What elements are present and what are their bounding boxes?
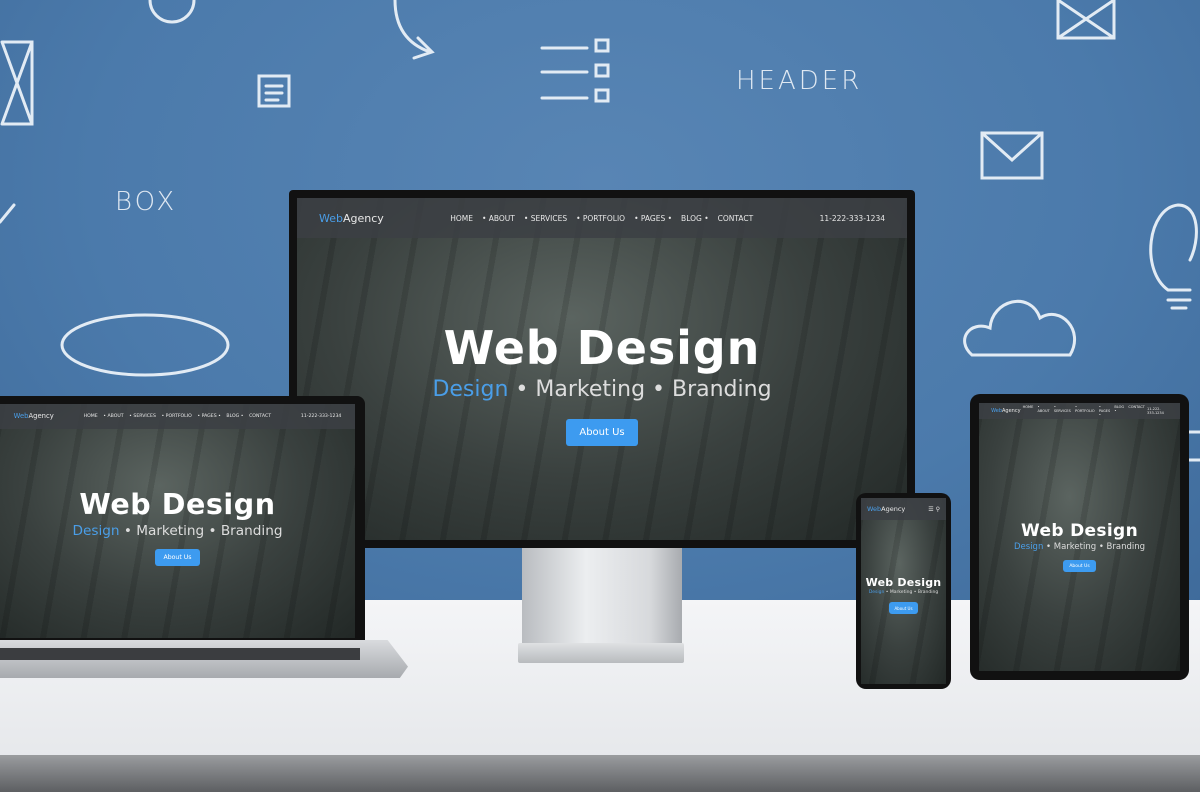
image-placeholder-doodle [0, 40, 34, 126]
site-navbar: WebAgency HOME • ABOUT • SERVICES • PORTFOLI… [979, 403, 1180, 419]
nav-item[interactable]: • SERVICES [1054, 405, 1071, 417]
hero-section: Web Design Design • Marketing • Branding… [861, 576, 946, 614]
lightbulb-doodle [1149, 203, 1198, 310]
hero-title: Web Design [79, 488, 276, 522]
tablet-screen: WebAgency HOME • ABOUT • SERVICES • PORTFOLI… [979, 403, 1180, 671]
desk-edge [0, 755, 1200, 792]
monitor-stand [522, 548, 682, 648]
site-logo[interactable]: WebAgency [319, 212, 384, 225]
desktop-screen: WebAgency HOME • ABOUT • SERVICES • PORTFOLI… [297, 198, 907, 540]
about-us-button[interactable]: About Us [889, 602, 918, 614]
oval-doodle [60, 313, 230, 377]
hero-subtitle: Design • Marketing • Branding [868, 589, 939, 595]
nav-item[interactable]: • SERVICES [524, 214, 567, 223]
hero-subtitle: Design • Marketing • Branding [432, 377, 772, 403]
nav-item[interactable]: • ABOUT [103, 414, 123, 419]
nav-item[interactable]: BLOG • [1114, 405, 1124, 417]
laptop-screen: WebAgency HOME • ABOUT • SERVICES • PORTFOLI… [0, 404, 355, 638]
site-phone-number: 11-222-333-1234 [819, 213, 885, 223]
about-us-button[interactable]: About Us [1063, 560, 1096, 573]
wall-label-box: BOX [115, 187, 178, 217]
site-navbar: WebAgency HOME • ABOUT • SERVICES • PORTFOLI… [297, 198, 907, 238]
about-us-button[interactable]: About Us [155, 548, 200, 566]
nav-item[interactable]: • ABOUT [1037, 405, 1049, 417]
arrow-doodle [393, 0, 435, 60]
nav-item[interactable]: • PORTFOLIO [1075, 405, 1095, 417]
nav-item[interactable]: • ABOUT [482, 214, 515, 223]
tablet: WebAgency HOME • ABOUT • SERVICES • PORTFOLI… [970, 394, 1189, 680]
hero-section: Web Design Design • Marketing • Branding… [297, 321, 907, 446]
list-doodle [540, 46, 589, 100]
laptop-keyboard [0, 648, 360, 660]
site-nav-menu: HOME • ABOUT • SERVICES • PORTFOLIO • PAGES … [446, 214, 758, 223]
monitor-stand-base [518, 643, 684, 663]
circle-doodle [148, 0, 196, 24]
site-navbar: WebAgency ☰ ⚲ [861, 498, 946, 520]
hero-title: Web Design [865, 576, 942, 590]
about-us-button[interactable]: About Us [566, 418, 638, 446]
nav-item[interactable]: HOME [450, 214, 473, 223]
hero-section: Web Design Design • Marketing • Branding… [979, 520, 1180, 573]
hero-section: Web Design Design • Marketing • Branding… [0, 488, 355, 566]
site-phone-number: 11-222-333-1234 [300, 413, 342, 419]
check-doodle [0, 203, 16, 224]
site-logo[interactable]: WebAgency [991, 408, 1020, 414]
site-logo[interactable]: WebAgency [867, 505, 905, 513]
wall-label-header: HEADER [736, 66, 863, 96]
site-phone-number: 11-222-333-1234 [1147, 407, 1164, 415]
site-nav-menu: HOME • ABOUT • SERVICES • PORTFOLIO • PAGES … [1021, 405, 1147, 417]
menu-icon[interactable]: ☰ [928, 506, 933, 513]
search-icon[interactable]: ⚲ [936, 506, 940, 513]
cloud-doodle [963, 299, 1077, 357]
laptop: WebAgency HOME • ABOUT • SERVICES • PORTFOLI… [0, 396, 365, 642]
hero-title: Web Design [443, 321, 761, 376]
nav-item[interactable]: • PAGES • [1099, 405, 1110, 417]
nav-item[interactable]: HOME [1023, 405, 1034, 417]
hero-subtitle: Design • Marketing • Branding [72, 522, 283, 539]
nav-item[interactable]: • PAGES • [197, 414, 221, 419]
nav-item[interactable]: CONTACT [1128, 405, 1145, 417]
nav-item[interactable]: BLOG • [226, 414, 243, 419]
image-placeholder-doodle-2 [1056, 0, 1116, 40]
hero-title: Web Design [1020, 520, 1139, 541]
phone-screen: WebAgency ☰ ⚲ Web Design Design • Marketi… [861, 498, 946, 684]
smartphone: WebAgency ☰ ⚲ Web Design Design • Marketi… [856, 493, 951, 689]
nav-item[interactable]: • PORTFOLIO [161, 414, 191, 419]
site-nav-menu: HOME • ABOUT • SERVICES • PORTFOLIO • PAGES … [81, 414, 274, 419]
nav-item[interactable]: CONTACT [249, 414, 271, 419]
site-navbar: WebAgency HOME • ABOUT • SERVICES • PORTFOLI… [0, 404, 355, 429]
site-logo[interactable]: WebAgency [14, 412, 54, 420]
hero-subtitle: Design • Marketing • Branding [1013, 541, 1146, 552]
nav-item[interactable]: BLOG • [681, 214, 709, 223]
nav-item[interactable]: • SERVICES [129, 414, 156, 419]
desktop-monitor: WebAgency HOME • ABOUT • SERVICES • PORTFOLI… [289, 190, 915, 548]
nav-item[interactable]: HOME [84, 414, 98, 419]
nav-item[interactable]: • PAGES • [634, 214, 672, 223]
nav-item[interactable]: CONTACT [718, 214, 754, 223]
nav-item[interactable]: • PORTFOLIO [576, 214, 625, 223]
